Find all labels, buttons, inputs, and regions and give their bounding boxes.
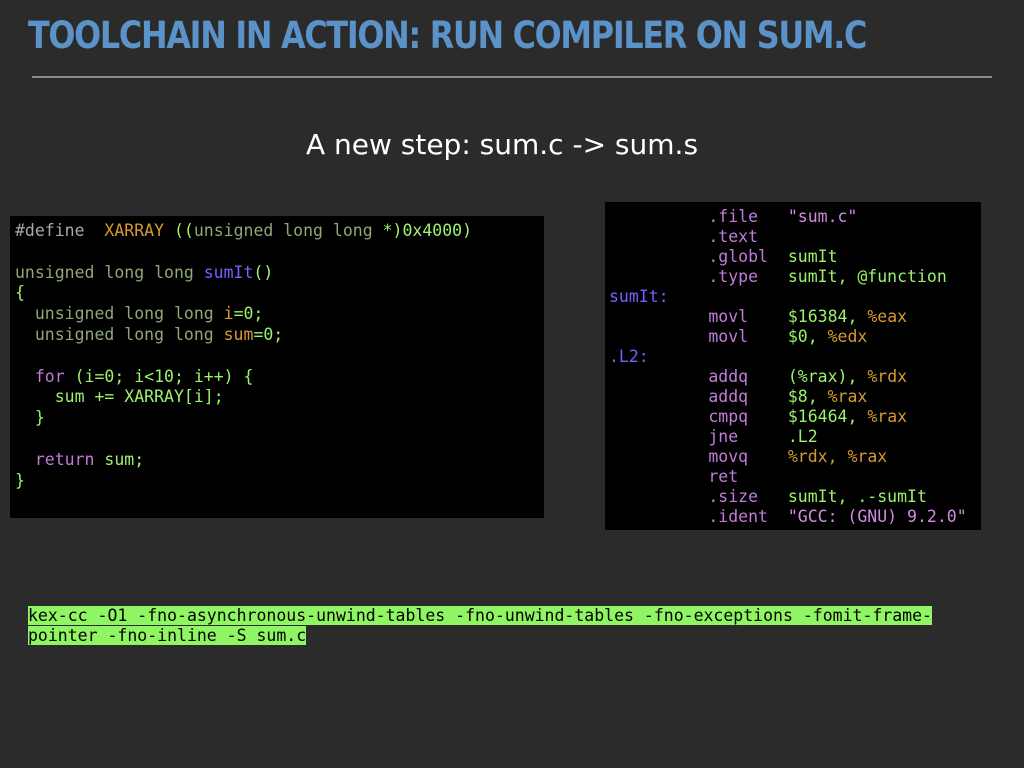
c-source-panel: #define XARRAY ((unsigned long long *)0x… (10, 216, 544, 518)
asm-directive: .text (708, 227, 759, 246)
c-source-code: #define XARRAY ((unsigned long long *)0x… (15, 221, 472, 491)
asm-operand: .L2 (787, 427, 818, 446)
asm-line: jne .L2 (609, 427, 967, 447)
code-line: } (15, 408, 472, 429)
asm-instruction: cmpq (708, 407, 749, 426)
asm-line: .file "sum.c" (609, 207, 967, 227)
asm-register: %rdx, (787, 447, 838, 466)
asm-line: movq %rdx, %rax (609, 447, 967, 467)
asm-line: .L2: (609, 347, 967, 367)
slide-title: TOOLCHAIN IN ACTION: RUN COMPILER ON SUM… (28, 14, 867, 57)
for-header: (i=0; i<10; i++) { (74, 366, 254, 386)
asm-instruction: addq (708, 387, 749, 406)
asm-output-panel: .file "sum.c" .text .globl sumIt .type s… (605, 202, 981, 530)
asm-instruction: addq (708, 367, 749, 386)
asm-args: "sum.c" (787, 207, 858, 226)
code-line: } (15, 471, 472, 492)
asm-register: %edx (827, 327, 868, 346)
asm-args: sumIt, @function (787, 267, 947, 286)
return-value: sum; (104, 449, 145, 469)
code-line: unsigned long long sumIt() (15, 263, 472, 284)
cast-type: unsigned long long (193, 221, 373, 240)
function-parens: () (253, 262, 274, 282)
asm-args: sumIt, .-sumIt (787, 487, 927, 506)
code-line: sum += XARRAY[i]; (15, 387, 472, 408)
var-type: unsigned long long (34, 324, 214, 344)
asm-operand: $16384, (787, 307, 858, 326)
var-init: =0; (253, 324, 284, 344)
asm-line: addq $8, %rax (609, 387, 967, 407)
asm-line: movl $16384, %eax (609, 307, 967, 327)
close-brace: } (34, 408, 45, 428)
asm-line: .type sumIt, @function (609, 267, 967, 287)
asm-args: "GCC: (GNU) 9.2.0" (787, 507, 967, 526)
asm-line: addq (%rax), %rdx (609, 367, 967, 387)
asm-line: .text (609, 227, 967, 247)
asm-line: .size sumIt, .-sumIt (609, 487, 967, 507)
code-line: { (15, 283, 472, 304)
code-line: unsigned long long sum=0; (15, 325, 472, 346)
loop-body: sum += XARRAY[i]; (54, 387, 224, 407)
return-type: unsigned long long (15, 262, 194, 282)
asm-directive: .file (708, 207, 759, 226)
asm-line: .ident "GCC: (GNU) 9.2.0" (609, 507, 967, 527)
asm-instruction: jne (708, 427, 739, 446)
asm-register: %rax (827, 387, 868, 406)
return-keyword: return (34, 449, 95, 469)
asm-directive: .size (708, 487, 759, 506)
command-text: pointer -fno-inline -S sum.c (28, 626, 307, 645)
asm-operand: $16464, (787, 407, 858, 426)
asm-directive: .ident (708, 507, 768, 526)
asm-line: ret (609, 467, 967, 487)
function-name: sumIt (203, 262, 254, 282)
asm-args: sumIt (787, 247, 838, 266)
asm-instruction: movq (708, 447, 749, 466)
title-divider (32, 76, 992, 78)
command-text: kex-cc -O1 -fno-asynchronous-unwind-tabl… (28, 606, 932, 625)
var-name: sum (223, 324, 254, 344)
open-brace: { (15, 283, 25, 303)
asm-operand: (%rax), (787, 367, 858, 386)
asm-label: .L2: (609, 347, 649, 366)
code-line: return sum; (15, 450, 472, 471)
asm-register: %rdx (867, 367, 908, 386)
cast-open: (( (173, 221, 194, 240)
var-type: unsigned long long (34, 304, 214, 324)
code-line: unsigned long long i=0; (15, 304, 472, 325)
compiler-command: kex-cc -O1 -fno-asynchronous-unwind-tabl… (28, 606, 1018, 646)
preprocessor-directive: #define (15, 221, 85, 240)
close-brace: } (15, 470, 25, 490)
asm-line: .globl sumIt (609, 247, 967, 267)
slide-subtitle: A new step: sum.c -> sum.s (305, 128, 699, 161)
asm-line: cmpq $16464, %rax (609, 407, 967, 427)
asm-register: %rax (847, 447, 888, 466)
asm-code: .file "sum.c" .text .globl sumIt .type s… (609, 207, 967, 527)
asm-register: %rax (867, 407, 908, 426)
asm-label: sumIt: (609, 287, 669, 306)
for-keyword: for (34, 366, 65, 386)
asm-line: sumIt: (609, 287, 967, 307)
command-line-1: kex-cc -O1 -fno-asynchronous-unwind-tabl… (28, 606, 1018, 626)
asm-operand: $8, (787, 387, 818, 406)
macro-name: XARRAY (104, 221, 165, 240)
asm-directive: .globl (708, 247, 768, 266)
command-line-2: pointer -fno-inline -S sum.c (28, 626, 1018, 646)
code-line: for (i=0; i<10; i++) { (15, 367, 472, 388)
asm-register: %eax (867, 307, 908, 326)
var-name: i (223, 304, 234, 324)
code-line: #define XARRAY ((unsigned long long *)0x… (15, 221, 472, 242)
asm-instruction: movl (708, 327, 749, 346)
asm-line: movl $0, %edx (609, 327, 967, 347)
asm-directive: .type (708, 267, 759, 286)
var-init: =0; (233, 304, 264, 324)
asm-instruction: movl (708, 307, 749, 326)
asm-instruction: ret (708, 467, 739, 486)
cast-tail: *)0x4000) (382, 221, 472, 240)
asm-operand: $0, (787, 327, 818, 346)
